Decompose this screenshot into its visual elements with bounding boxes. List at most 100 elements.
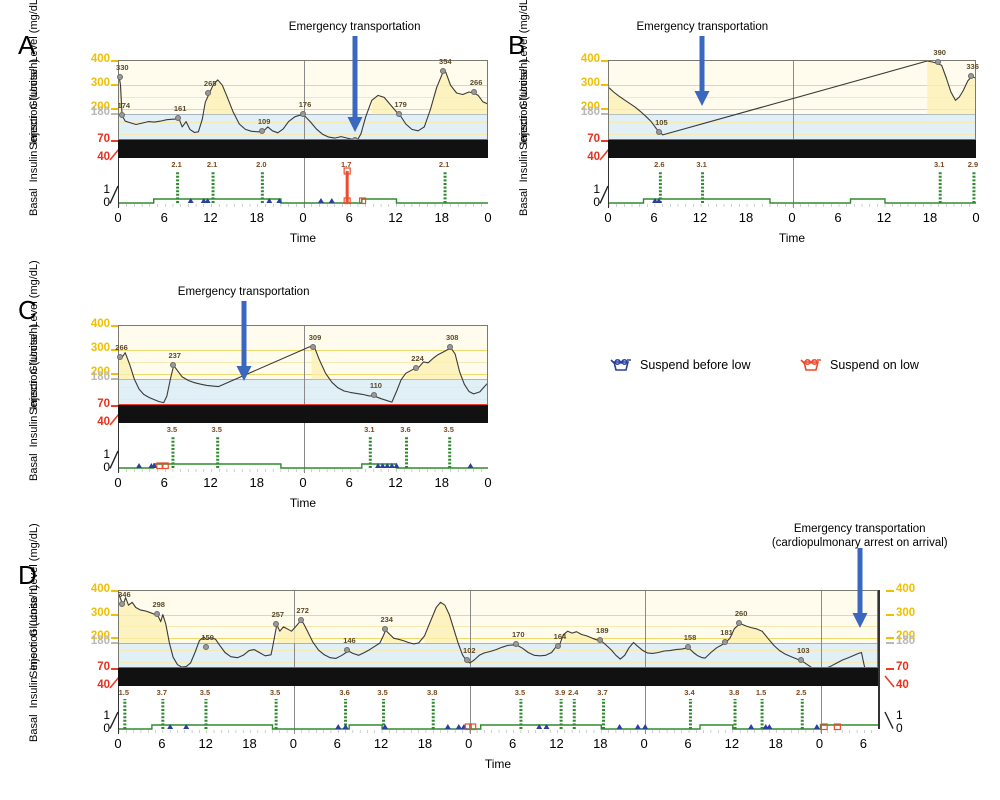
ytick-glucose-300: 300 <box>90 606 110 619</box>
annotation-emergency-transportation: Emergency transportation <box>177 286 310 298</box>
insulin-dose-label: 3.5 <box>377 688 388 697</box>
glucose-reading-dot <box>118 111 125 118</box>
xtick-label: 6 <box>345 475 353 490</box>
xtick-label: 12 <box>373 736 389 751</box>
xtick-label: 0 <box>299 210 307 225</box>
xtick-label: 18 <box>242 736 257 751</box>
glucose-reading-dot <box>116 354 123 361</box>
glucose-reading-dot <box>370 392 377 399</box>
ytick-insulin-connector <box>109 185 119 204</box>
xtick-label: 0 <box>484 210 492 225</box>
glucose-reading-dot <box>685 644 691 651</box>
glucose-plot-b <box>608 60 976 140</box>
glucose-reading-dot <box>934 59 941 66</box>
ytick-insulin-0: 0 <box>103 460 110 474</box>
xtick-label: 0 <box>640 736 648 751</box>
ytick-insulin-connector <box>109 712 119 730</box>
insulin-dose-label: 3.6 <box>339 688 350 697</box>
glucose-reading-dot <box>656 128 663 135</box>
xtick-label: 6 <box>508 736 517 751</box>
xtick-label: 6 <box>160 210 168 225</box>
ytick-dash <box>111 378 118 381</box>
glucose-reading-label: 346 <box>118 590 131 600</box>
ytick-glucose-40: 40 <box>97 416 110 428</box>
xtick-label: 0 <box>465 736 473 751</box>
glucose-reading-dot <box>300 111 306 118</box>
insulin-dose-label: 3.9 <box>554 688 566 697</box>
insulin-dose-label: 3.4 <box>684 688 695 697</box>
glucose-reading-dot <box>967 72 974 79</box>
glucose-reading-label: 257 <box>271 609 285 619</box>
glucose-reading-label: 336 <box>966 61 979 71</box>
xtick-label: 0 <box>114 475 122 490</box>
xtick-label: 6 <box>345 210 353 225</box>
ytick-dash-right <box>886 590 894 592</box>
xtick-label: 6 <box>859 736 867 751</box>
glucose-reading-dot <box>153 611 160 618</box>
glucose-reading-label: 170 <box>512 630 525 640</box>
insulin-dose-label: 2.1 <box>438 160 450 169</box>
insulin-dose-label: 3.5 <box>199 688 211 697</box>
xtick-label: 12 <box>692 210 708 225</box>
ytick-dash-right <box>886 613 894 616</box>
xtick-label: 0 <box>788 210 796 225</box>
glucose-reading-label: 174 <box>117 100 131 110</box>
glucose-reading-dot <box>412 364 419 371</box>
ytick-dash <box>111 325 118 327</box>
ylabel-insulin: Basal Insulin Injection (Units/h) <box>518 58 530 216</box>
ytick-glucose-400: 400 <box>90 583 110 595</box>
glucose-reading-label: 308 <box>445 333 459 343</box>
xtick-label: 18 <box>434 210 449 225</box>
ytick-glucose-400: 400 <box>90 53 110 65</box>
glucose-reading-label: 158 <box>683 633 697 643</box>
glucose-reading-label: 234 <box>380 615 393 625</box>
glucose-reading-dot <box>310 344 317 351</box>
insulin-dose-label: 2.1 <box>206 160 218 169</box>
ytick-glucose-40: 40 <box>587 151 600 163</box>
insulin-dose-label: 3.1 <box>364 425 375 434</box>
ytick-insulin-connector <box>109 450 119 469</box>
glucose-reading-label: 181 <box>720 627 733 637</box>
ytick-insulin-1: 1 <box>103 181 110 196</box>
ytick-dash <box>601 84 608 87</box>
ytick-insulin-1: 1 <box>593 181 600 196</box>
ylabel-insulin: Basal Insulin Injection (Units/h) <box>28 584 40 742</box>
glucose-reading-label: 260 <box>734 609 748 619</box>
xtick-label: 6 <box>834 210 842 225</box>
insulin-dose-label: 3.1 <box>696 160 707 169</box>
glucose-reading-dot <box>205 89 212 96</box>
glucose-reading-label: 164 <box>553 631 567 641</box>
ytick-glucose-70: 70 <box>587 133 600 145</box>
ytick-glucose-70: 70 <box>97 661 110 673</box>
insulin-dose-label: 2.0 <box>256 160 267 169</box>
ytick-glucose-300: 300 <box>90 342 110 355</box>
glucose-reading-label: 105 <box>655 117 668 127</box>
insulin-dose-label: 2.5 <box>796 688 807 697</box>
glucose-reading-dot <box>119 601 126 608</box>
sensor-gap-bar <box>118 405 488 423</box>
ytick-dash <box>601 60 608 62</box>
suspend-before-low-icon <box>610 358 632 372</box>
insulin-dose-label: 2.1 <box>171 160 182 169</box>
y-axis-insulin-label: Basal Insulin Injection (Units/h) <box>518 59 530 216</box>
glucose-reading-dot <box>381 626 388 633</box>
insulin-dose-label: 1.7 <box>340 160 352 169</box>
ytick-dash <box>111 637 118 640</box>
annotation-emergency-transportation: Emergency transportation <box>288 21 421 33</box>
x-axis-title: Time <box>289 496 317 510</box>
glucose-reading-label: 102 <box>463 646 476 656</box>
ytick-glucose-70: 70 <box>97 398 110 410</box>
glucose-reading-label: 224 <box>411 353 424 363</box>
xtick-label: 12 <box>549 736 564 751</box>
insulin-dose-label: 1.5 <box>755 688 767 697</box>
insulin-dose-label: 3.5 <box>269 688 281 697</box>
xtick-label: 0 <box>114 736 122 751</box>
xtick-label: 12 <box>198 736 213 751</box>
glucose-reading-dot <box>721 638 728 645</box>
ytick-dash <box>111 642 118 644</box>
xtick-label: 0 <box>604 210 612 225</box>
ytick-insulin-0: 0 <box>103 721 110 735</box>
glucose-reading-dot <box>513 641 520 648</box>
xtick-label: 18 <box>922 210 938 225</box>
ytick-dash-right-70 <box>886 668 894 670</box>
